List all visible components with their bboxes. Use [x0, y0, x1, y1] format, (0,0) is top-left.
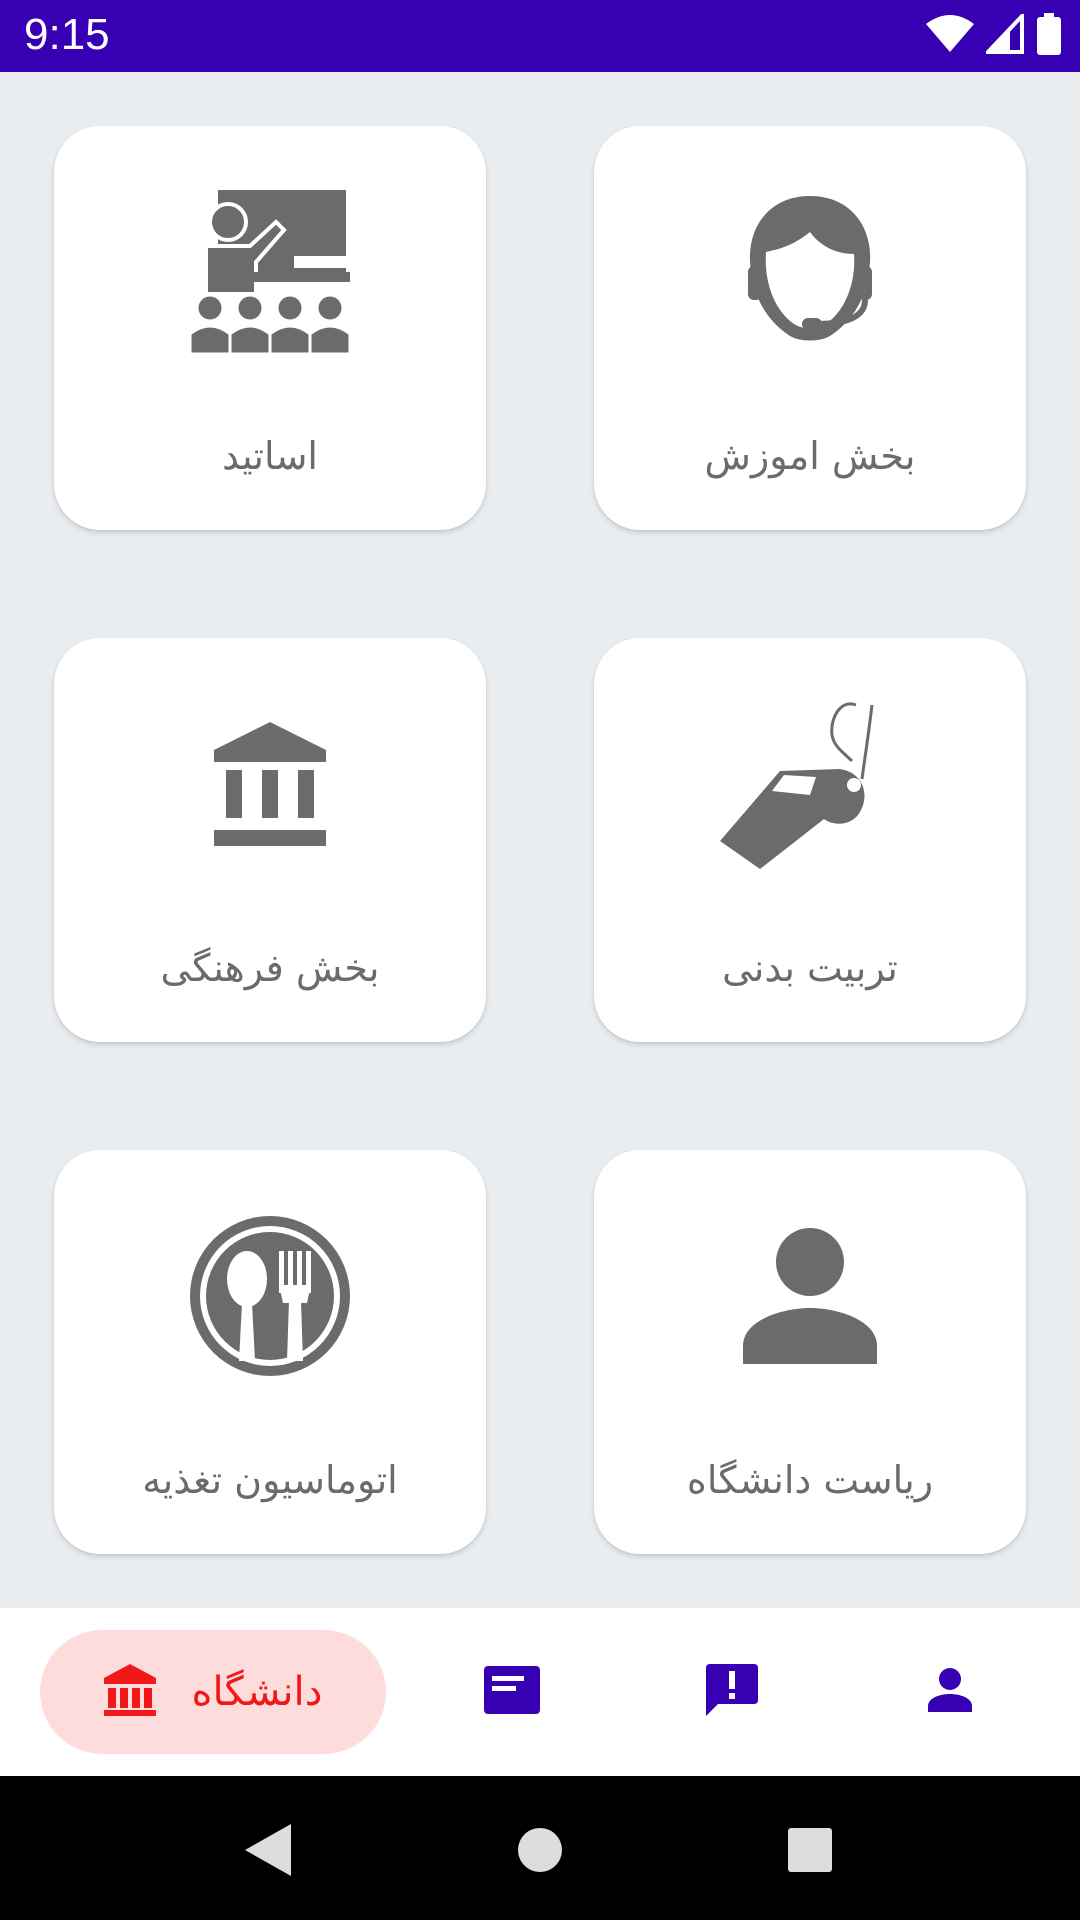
card-professors[interactable]: اساتید	[54, 126, 486, 530]
nav-profile[interactable]	[890, 1630, 1010, 1754]
back-icon[interactable]	[228, 1810, 308, 1890]
card-physical-education[interactable]: تربیت بدنی	[594, 638, 1026, 1042]
nav-feedback[interactable]	[672, 1630, 792, 1754]
card-food-automation[interactable]: اتوماسیون تغذیه	[54, 1150, 486, 1554]
card-cultural[interactable]: بخش فرهنگی	[54, 638, 486, 1042]
nav-university[interactable]: دانشگاه	[40, 1630, 386, 1754]
card-presidency[interactable]: ریاست دانشگاه	[594, 1150, 1026, 1554]
card-label: بخش فرهنگی	[160, 946, 380, 990]
battery-icon	[1036, 13, 1062, 59]
teacher-classroom-icon	[180, 182, 360, 362]
home-icon[interactable]	[500, 1810, 580, 1890]
museum-icon	[180, 694, 360, 874]
spoon-fork-plate-icon	[180, 1206, 360, 1386]
feedback-report-icon	[706, 1664, 758, 1720]
news-article-icon	[484, 1666, 540, 1718]
nav-university-label: دانشگاه	[191, 1669, 323, 1715]
card-label: اساتید	[222, 434, 318, 478]
card-education[interactable]: بخش اموزش	[594, 126, 1026, 530]
card-label: اتوماسیون تغذیه	[142, 1458, 398, 1502]
bottom-navigation: دانشگاه	[0, 1608, 1080, 1776]
system-navigation-bar	[0, 1776, 1080, 1920]
wifi-icon	[926, 14, 974, 58]
status-icons	[926, 10, 1062, 59]
category-grid: بخش اموزش اساتید تربیت بدنی بخش فرهنگی ر…	[0, 72, 1080, 1608]
recents-icon[interactable]	[770, 1810, 850, 1890]
card-label: تربیت بدنی	[722, 946, 898, 990]
headset-agent-icon	[720, 182, 900, 362]
status-bar: 9:15	[0, 0, 1080, 72]
status-time: 9:15	[24, 10, 110, 59]
card-label: ریاست دانشگاه	[686, 1458, 934, 1502]
card-label: بخش اموزش	[704, 434, 916, 478]
university-icon	[103, 1664, 156, 1720]
person-icon	[720, 1206, 900, 1386]
profile-person-icon	[928, 1668, 972, 1716]
whistle-icon	[720, 694, 900, 874]
nav-news[interactable]	[452, 1630, 572, 1754]
cell-signal-icon	[983, 10, 1024, 58]
